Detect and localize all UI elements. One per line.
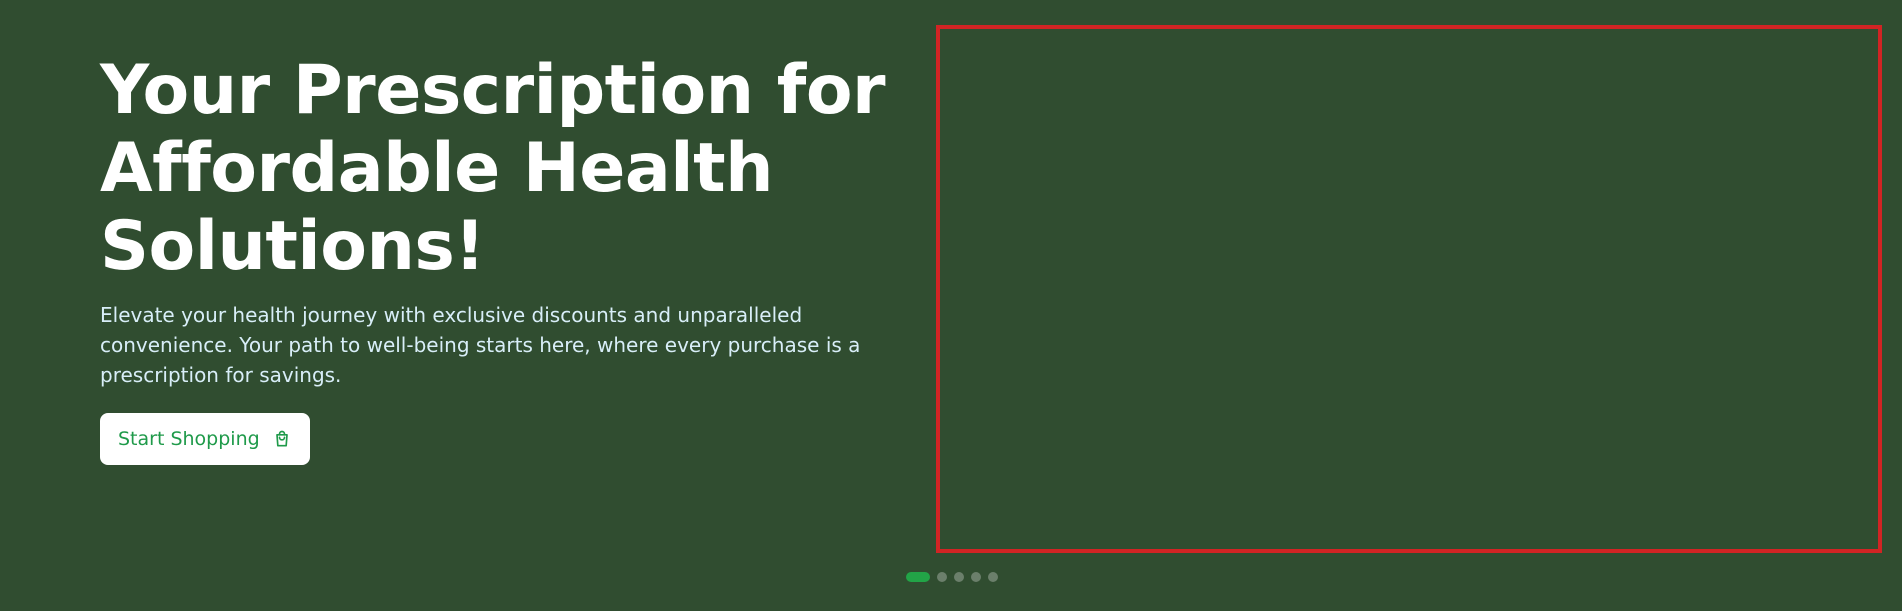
hero-media-frame [936, 25, 1882, 553]
start-shopping-button[interactable]: Start Shopping [100, 413, 310, 465]
hero-description: Elevate your health journey with exclusi… [100, 303, 861, 387]
hero-text-block: Your Prescription for Affordable Health … [100, 52, 890, 390]
carousel-pagination [906, 572, 998, 582]
hero-section: Your Prescription for Affordable Health … [0, 0, 1902, 611]
carousel-dot-3[interactable] [954, 572, 964, 582]
hero-title: Your Prescription for Affordable Health … [100, 51, 886, 286]
carousel-dot-2[interactable] [937, 572, 947, 582]
carousel-dot-4[interactable] [971, 572, 981, 582]
start-shopping-label: Start Shopping [118, 428, 260, 450]
shopping-bag-icon [272, 429, 292, 449]
carousel-dot-5[interactable] [988, 572, 998, 582]
carousel-dot-1[interactable] [906, 572, 930, 582]
